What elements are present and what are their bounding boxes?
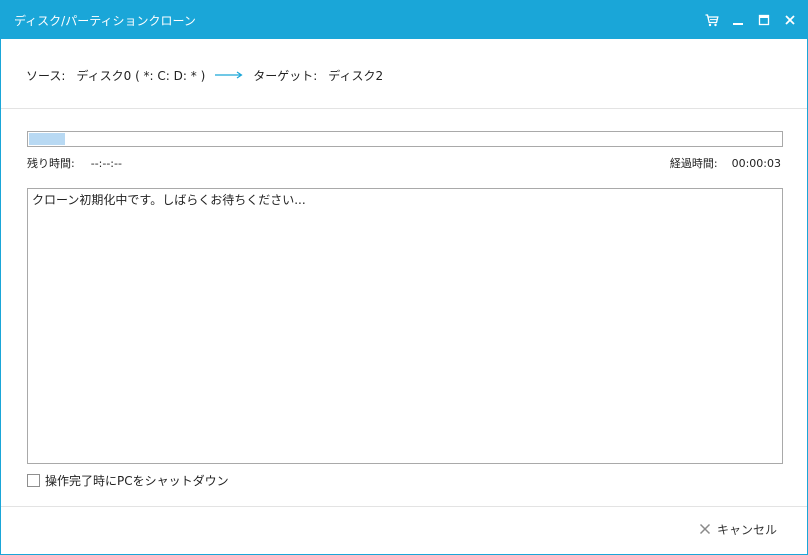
target-label: ターゲット: [253, 68, 318, 83]
cart-icon [705, 13, 719, 26]
right-arrow-icon [215, 71, 243, 79]
cancel-label: キャンセル [716, 522, 777, 537]
maximize-icon [758, 14, 770, 26]
close-icon [785, 15, 795, 25]
header-divider [1, 108, 807, 109]
maximize-button[interactable] [751, 1, 777, 39]
minimize-button[interactable] [725, 1, 751, 39]
shutdown-checkbox[interactable] [27, 473, 40, 487]
footer-divider [1, 506, 807, 507]
target-value: ディスク2 [328, 68, 384, 83]
cancel-button[interactable]: キャンセル [699, 520, 777, 538]
window-controls [699, 1, 803, 39]
window-title: ディスク/パーティションクローン [14, 13, 196, 28]
progress-fill [29, 133, 65, 145]
shutdown-label: 操作完了時にPCをシャットダウン [45, 473, 229, 488]
close-button[interactable] [777, 1, 803, 39]
title-bar: ディスク/パーティションクローン [1, 1, 807, 39]
log-line: クローン初期化中です。しばらくお待ちください... [32, 193, 306, 207]
elapsed-time-label: 経過時間: [669, 157, 718, 170]
source-target-row: ソース: ディスク0 ( *: C: D: * ) ターゲット: ディスク2 [26, 65, 383, 85]
cart-button[interactable] [699, 1, 725, 39]
source-value: ディスク0 ( *: C: D: * ) [76, 68, 206, 83]
remaining-time-label: 残り時間: [27, 157, 75, 170]
clone-window: ディスク/パーティションクローン ソース: ディスク0 (*: C: D: *… [0, 0, 808, 555]
source-label: ソース: [26, 68, 66, 83]
progress-bar [27, 131, 783, 147]
remaining-time-value: --:--:-- [90, 156, 122, 170]
shutdown-option[interactable]: 操作完了時にPCをシャットダウン [27, 473, 229, 488]
remaining-time: 残り時間: --:--:-- [27, 156, 122, 171]
log-area[interactable]: クローン初期化中です。しばらくお待ちください... [27, 188, 783, 464]
minimize-icon [733, 23, 743, 25]
elapsed-time-value: 00:00:03 [731, 156, 781, 170]
cancel-x-icon [699, 523, 711, 535]
elapsed-time: 経過時間: 00:00:03 [669, 156, 781, 171]
